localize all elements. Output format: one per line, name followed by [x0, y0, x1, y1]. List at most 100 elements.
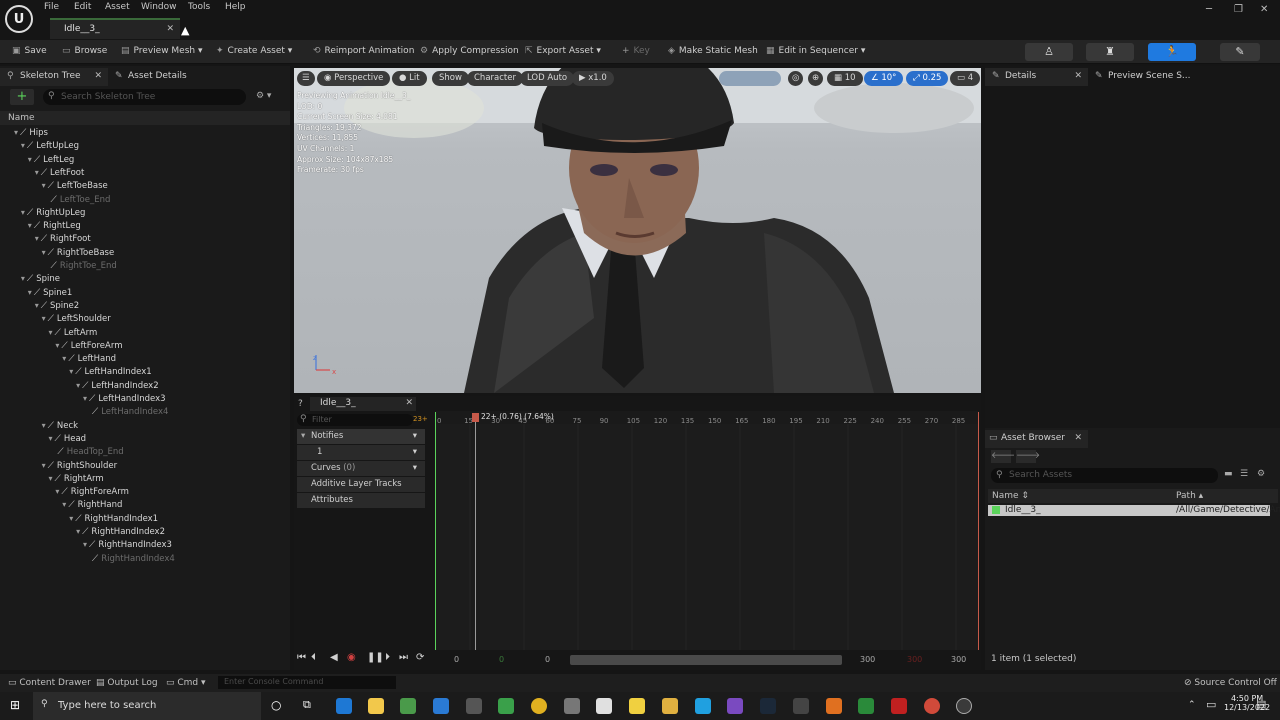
app-icon[interactable]	[400, 698, 416, 714]
vlc-icon[interactable]	[826, 698, 842, 714]
add-socket-button[interactable]: +	[10, 89, 34, 105]
taskbar-search-input[interactable]: ⚲ Type here to search	[33, 692, 261, 720]
bone-row[interactable]: ▾ ⟋ LeftHand	[62, 354, 116, 364]
notifications-icon[interactable]: ▤	[1256, 698, 1266, 711]
bone-row[interactable]: ⟋ LeftToe_End	[49, 195, 111, 205]
bone-row[interactable]: ▾ ⟋ RightHand	[62, 500, 122, 510]
bone-row[interactable]: ⟋ RightHandIndex4	[90, 554, 175, 564]
expand-arrow-icon[interactable]: ▾	[28, 155, 32, 164]
bone-row[interactable]: ▾ ⟋ RightShoulder	[42, 461, 118, 471]
bone-row[interactable]: ⟋ LeftHandIndex4	[90, 407, 169, 417]
viewport-menu-button[interactable]: ☰	[297, 71, 315, 86]
additive-layer-tracks[interactable]: Additive Layer Tracks	[297, 477, 425, 492]
tab-preview-scene-settings[interactable]: ✎ Preview Scene S...	[1088, 68, 1198, 86]
skype-icon[interactable]	[695, 698, 711, 714]
file-explorer-icon[interactable]	[662, 698, 678, 714]
tray-chevron-icon[interactable]: ⌃	[1188, 700, 1196, 710]
key-button[interactable]: + Key	[622, 46, 650, 56]
play-speed-button[interactable]: ▶ x1.0	[572, 71, 614, 86]
bone-row[interactable]: ▾ ⟋ LeftToeBase	[42, 181, 108, 191]
cortana-icon[interactable]: ○	[271, 698, 281, 712]
path-column-header[interactable]: Path ▴	[1176, 491, 1203, 501]
menu-asset[interactable]: Asset	[105, 2, 130, 12]
mesh-mode-button[interactable]: ♜	[1086, 43, 1134, 61]
expand-arrow-icon[interactable]: ▾	[35, 301, 39, 310]
drive-icon[interactable]	[498, 698, 514, 714]
app-icon[interactable]	[564, 698, 580, 714]
attributes-track[interactable]: Attributes	[297, 493, 425, 508]
document-tab[interactable]: Idle__3_ ✕	[50, 18, 180, 39]
filter-icon[interactable]: ☰	[1240, 469, 1248, 479]
steam-icon[interactable]	[760, 698, 776, 714]
expand-arrow-icon[interactable]: ▾	[55, 341, 59, 350]
close-asset-browser-icon[interactable]: ✕	[1074, 433, 1082, 443]
bone-row[interactable]: ▾ ⟋ LeftLeg	[28, 155, 75, 165]
epic-games-icon[interactable]	[466, 698, 482, 714]
make-static-mesh-button[interactable]: ◈ Make Static Mesh	[668, 46, 758, 56]
expand-arrow-icon[interactable]: ▾	[28, 221, 32, 230]
close-tab-icon[interactable]: ✕	[166, 24, 174, 34]
unreal-engine-icon[interactable]	[956, 698, 972, 714]
bone-row[interactable]: ▾ ⟋ LeftUpLeg	[21, 141, 79, 151]
edge-icon[interactable]	[336, 698, 352, 714]
menu-edit[interactable]: Edit	[74, 2, 91, 12]
chrome-icon[interactable]	[924, 698, 940, 714]
bone-row[interactable]: ▾ ⟋ Hips	[14, 128, 48, 138]
asset-row-selected[interactable]: Idle__3_ /All/Game/Detective/An	[988, 505, 1280, 516]
step-forward-icon[interactable]: ⏵	[385, 652, 390, 663]
bone-row[interactable]: ▾ ⟋ LeftArm	[49, 328, 98, 338]
animation-mode-button[interactable]: 🏃	[1148, 43, 1196, 61]
save-button[interactable]: ▣ Save	[12, 46, 47, 56]
playhead[interactable]	[475, 413, 476, 650]
tab-details[interactable]: ✎ Details ✕	[985, 68, 1088, 86]
close-details-icon[interactable]: ✕	[1074, 71, 1082, 81]
camera-speed-button[interactable]: ▭ 4	[950, 71, 981, 86]
chrome-icon[interactable]	[531, 698, 547, 714]
filter-input[interactable]: ⚲ Filter	[297, 414, 413, 426]
dropdown-icon[interactable]: ▾	[413, 447, 417, 457]
step-back-icon[interactable]: ⏴	[311, 652, 316, 663]
tab-idle-timeline[interactable]: Idle__3_ ✕	[310, 397, 416, 411]
perspective-button[interactable]: ◉ Perspective	[317, 71, 391, 86]
show-button[interactable]: Show	[432, 71, 469, 86]
expand-arrow-icon[interactable]: ▾	[55, 487, 59, 496]
settings-gear-icon[interactable]: ⚙	[1257, 469, 1265, 479]
expand-arrow-icon[interactable]: ▾	[21, 274, 25, 283]
expand-arrow-icon[interactable]: ▾	[83, 394, 87, 403]
expand-arrow-icon[interactable]: ▾	[49, 474, 53, 483]
window-close-icon[interactable]: ✕	[1260, 4, 1268, 15]
browse-button[interactable]: ▭ Browse	[62, 46, 107, 56]
skeleton-mode-button[interactable]: ♙	[1025, 43, 1073, 61]
bone-row[interactable]: ▾ ⟋ RightHandIndex2	[76, 527, 165, 537]
transform-tools[interactable]	[719, 71, 781, 86]
network-icon[interactable]: ▭	[1206, 698, 1216, 711]
expand-arrow-icon[interactable]: ▾	[42, 314, 46, 323]
notifies-track[interactable]: ▾ Notifies ▾	[297, 429, 425, 444]
menu-window[interactable]: Window	[141, 2, 177, 12]
bone-row[interactable]: ▾ ⟋ Spine2	[35, 301, 80, 311]
skeleton-search-input[interactable]: ⚲ Search Skeleton Tree	[43, 89, 246, 105]
play-reverse-icon[interactable]: ◀	[330, 652, 338, 663]
expand-arrow-icon[interactable]: ▾	[69, 367, 73, 376]
close-timeline-tab-icon[interactable]: ✕	[405, 398, 413, 408]
lod-button[interactable]: LOD Auto	[520, 71, 575, 86]
forward-button[interactable]: 🡒	[1016, 450, 1040, 463]
obs-icon[interactable]	[793, 698, 809, 714]
bone-row[interactable]: ▾ ⟋ RightForeArm	[55, 487, 128, 497]
timeline-track-area[interactable]	[435, 424, 979, 650]
export-asset-button[interactable]: ⇱ Export Asset ▾	[525, 46, 601, 56]
expand-arrow-icon[interactable]: ▾	[62, 500, 66, 509]
bone-row[interactable]: ▾ ⟋ RightUpLeg	[21, 208, 86, 218]
character-button[interactable]: Character	[467, 71, 523, 86]
sticky-notes-icon[interactable]	[629, 698, 645, 714]
bone-row[interactable]: ▾ ⟋ LeftHandIndex2	[76, 381, 159, 391]
settings-gear-icon[interactable]: ⚙ ▾	[256, 91, 271, 101]
back-button[interactable]: 🡐	[991, 450, 1015, 463]
bone-row[interactable]: ⟋ HeadTop_End	[55, 447, 123, 457]
close-skeleton-tree-icon[interactable]: ✕	[94, 71, 102, 81]
name-column-header[interactable]: Name ⇕	[992, 491, 1029, 501]
tab-skeleton-tree[interactable]: ⚲ Skeleton Tree ✕	[0, 68, 108, 86]
expand-arrow-icon[interactable]: ▾	[42, 248, 46, 257]
content-drawer-button[interactable]: ▭ Content Drawer	[8, 678, 91, 688]
reimport-animation-button[interactable]: ⟲ Reimport Animation	[313, 46, 414, 56]
